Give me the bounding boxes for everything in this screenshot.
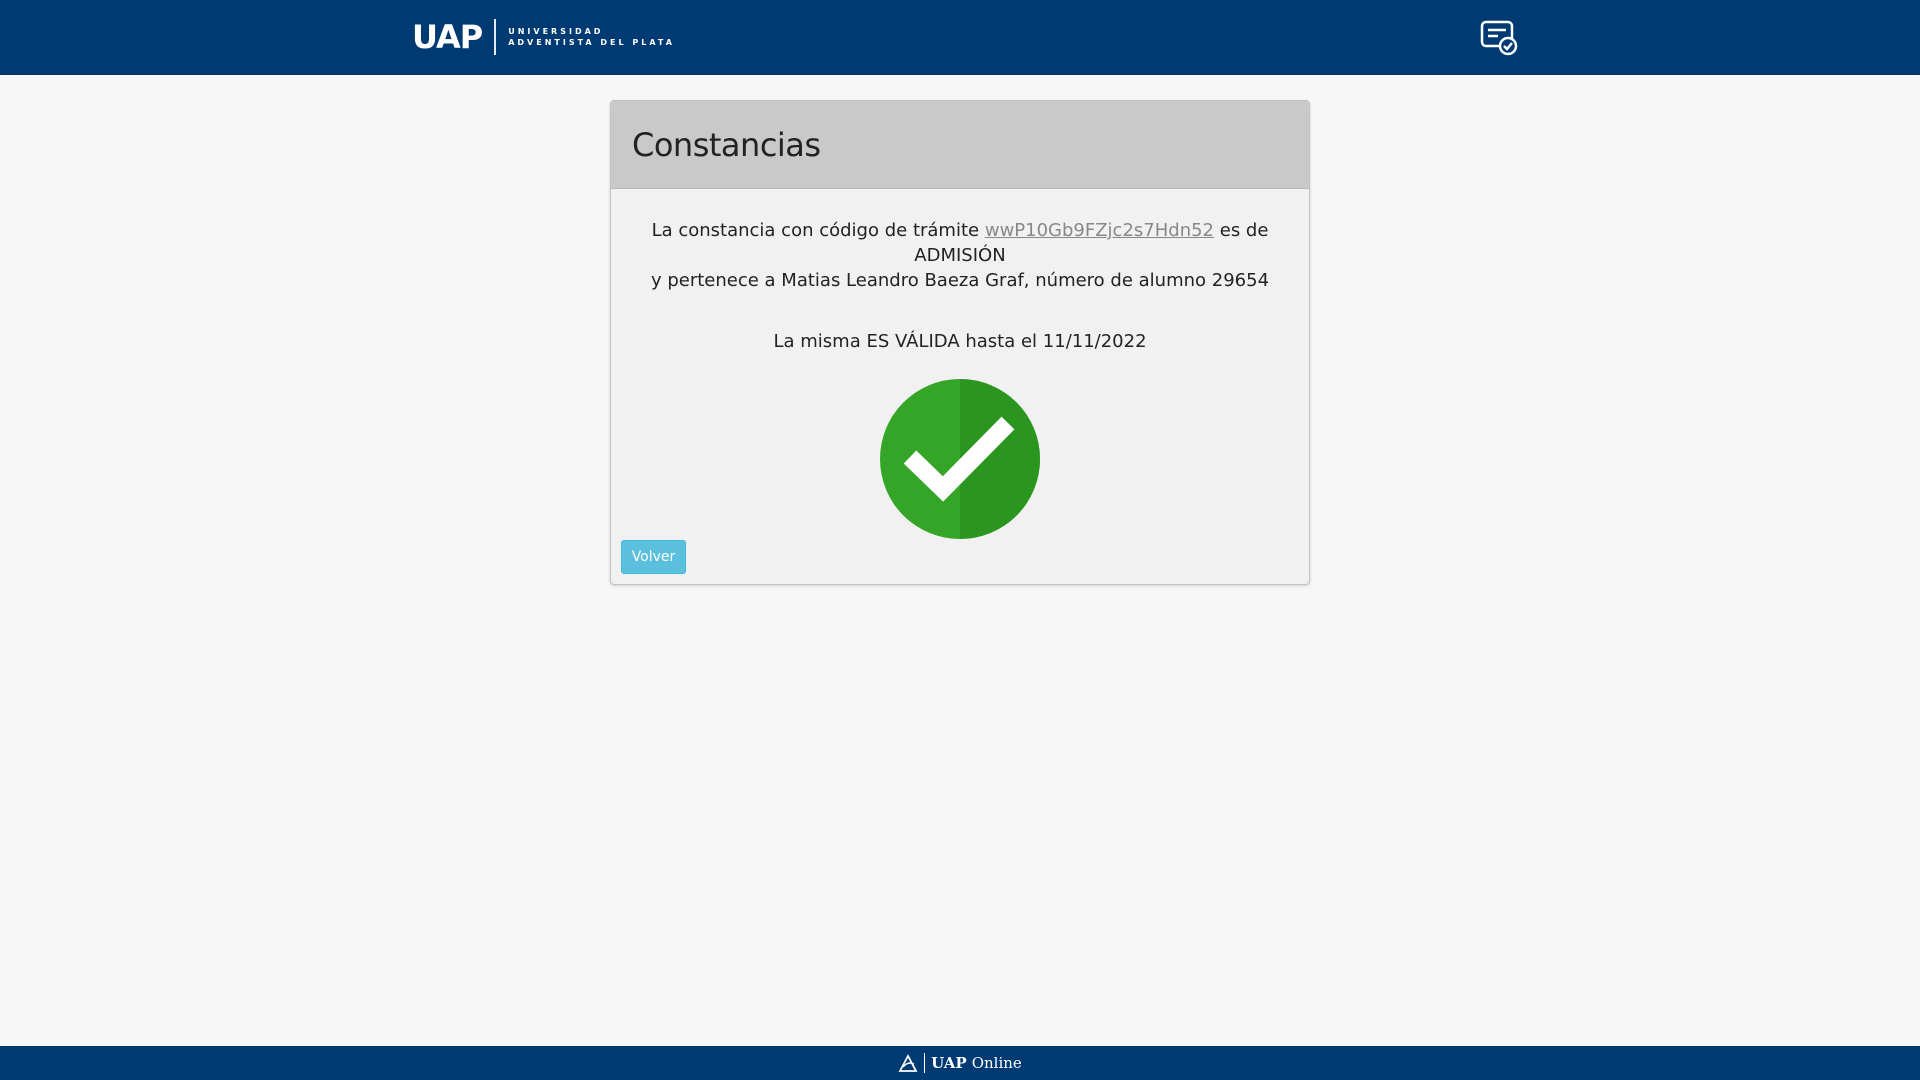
footer-brand: UAP [931,1054,967,1072]
footer: UAP Online [0,1046,1920,1080]
check-circle-icon [880,379,1040,539]
page-title: Constancias [632,125,821,164]
verification-message: La constancia con código de trámite wwP1… [621,218,1299,293]
message-prefix: La constancia con código de trámite [651,220,980,241]
logo-divider [494,19,497,55]
procedure-code-link[interactable]: wwP10Gb9FZjc2s7Hdn52 [985,220,1214,241]
back-button[interactable]: Volver [621,540,686,574]
uap-logo[interactable]: UAP UNIVERSIDAD ADVENTISTA DEL PLATA [412,18,675,56]
constancias-card: Constancias La constancia con código de … [610,100,1310,585]
card-body: La constancia con código de trámite wwP1… [611,189,1309,539]
logo-line-1: UNIVERSIDAD [508,27,604,36]
footer-suffix: Online [971,1054,1022,1072]
footer-divider [924,1053,926,1073]
logo-line-2: ADVENTISTA DEL PLATA [508,38,675,47]
top-navbar: UAP UNIVERSIDAD ADVENTISTA DEL PLATA [0,0,1920,75]
message-line-2: y pertenece a Matias Leandro Baeza Graf,… [650,270,1270,291]
logo-text: UNIVERSIDAD ADVENTISTA DEL PLATA [508,26,675,48]
logo-mark: UAP [412,18,483,56]
validity-text: La misma ES VÁLIDA hasta el 11/11/2022 [773,331,1147,352]
certificate-check-icon[interactable] [1480,20,1518,56]
card-header: Constancias [611,101,1309,189]
church-logo-icon [898,1053,918,1073]
